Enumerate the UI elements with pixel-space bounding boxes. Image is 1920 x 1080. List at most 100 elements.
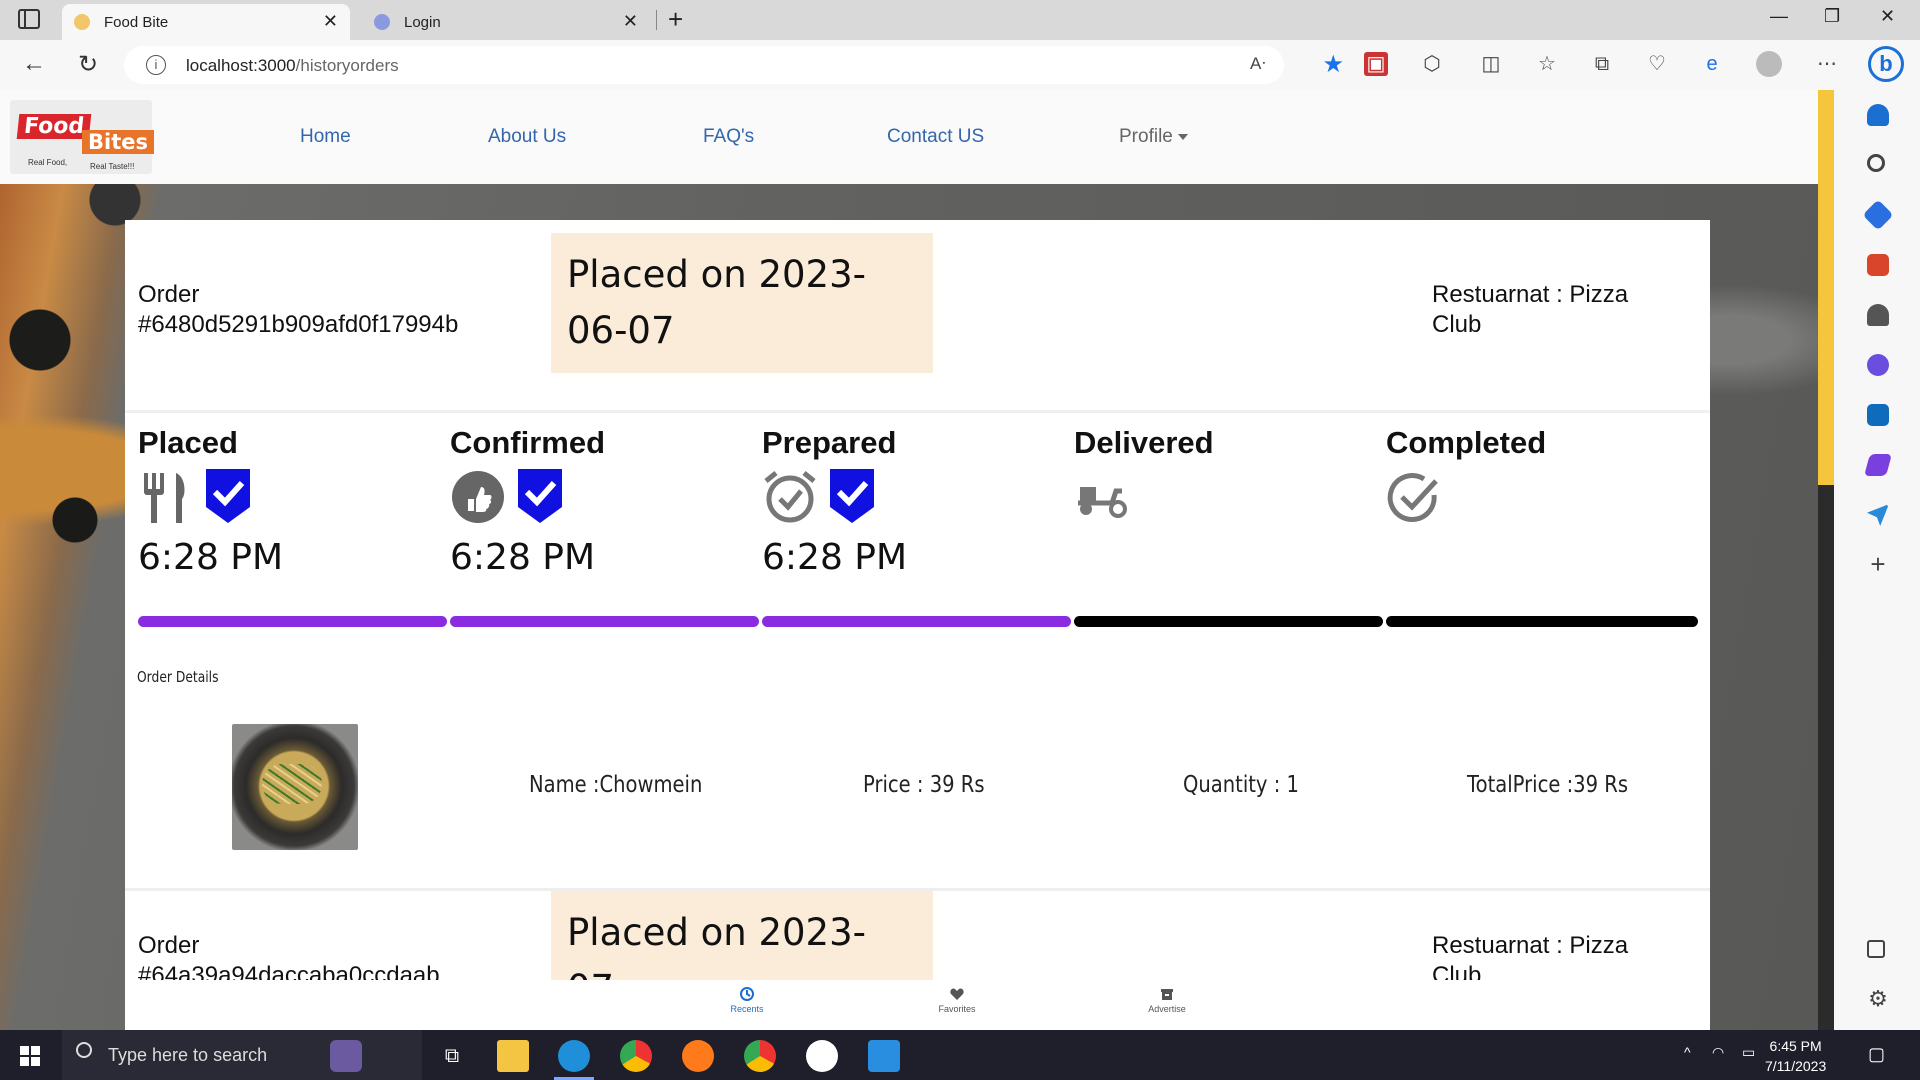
browser-essentials-icon[interactable]: ♡ bbox=[1645, 52, 1669, 76]
archive-icon bbox=[1161, 989, 1173, 1000]
extension-icon[interactable]: ▣ bbox=[1364, 52, 1388, 76]
wifi-icon[interactable]: ◠ bbox=[1712, 1044, 1724, 1061]
tools-icon[interactable] bbox=[1867, 254, 1889, 276]
designer-icon[interactable] bbox=[1864, 454, 1892, 476]
stage-title: Prepared bbox=[762, 425, 897, 460]
bottom-nav-favorites[interactable]: Favorites bbox=[917, 986, 997, 1014]
new-tab-icon[interactable]: + bbox=[668, 4, 683, 35]
restaurant-line-1: Restuarnat : Pizza bbox=[1432, 932, 1629, 959]
profile-avatar-icon[interactable] bbox=[1756, 51, 1782, 77]
edge-drop-icon[interactable]: e bbox=[1700, 52, 1724, 76]
back-icon[interactable]: ← bbox=[22, 50, 46, 78]
tab-food-bite[interactable]: Food Bite ✕ bbox=[62, 4, 350, 40]
games-icon[interactable] bbox=[1867, 304, 1889, 326]
tab-actions-icon[interactable] bbox=[18, 9, 40, 29]
bottom-nav-advertise[interactable]: Advertise bbox=[1127, 986, 1207, 1014]
restore-icon[interactable]: ❐ bbox=[1824, 6, 1840, 27]
restaurant-line-1: Restuarnat : Pizza bbox=[1432, 281, 1629, 308]
scrollbar-thumb[interactable] bbox=[1818, 90, 1834, 485]
task-view-icon[interactable]: ⧉ bbox=[436, 1040, 468, 1072]
battery-icon[interactable]: ▭ bbox=[1742, 1044, 1755, 1061]
nav-contact-us[interactable]: Contact US bbox=[887, 126, 984, 148]
bottom-navigation: Recents Favorites Advertise bbox=[125, 980, 1710, 1030]
search-highlight-icon[interactable] bbox=[330, 1040, 362, 1072]
windows-start-icon[interactable] bbox=[20, 1046, 40, 1066]
notification-center-icon[interactable]: ▢ bbox=[1868, 1044, 1885, 1065]
minimize-icon[interactable]: — bbox=[1770, 6, 1788, 27]
shopping-tag-icon[interactable] bbox=[1862, 199, 1894, 231]
nav-home[interactable]: Home bbox=[300, 126, 351, 148]
add-icon[interactable]: + bbox=[1867, 551, 1889, 577]
mongodb-compass-icon[interactable] bbox=[806, 1040, 838, 1072]
food-bites-logo[interactable]: Food Bites Real Food, Real Taste!!! bbox=[10, 100, 154, 174]
extensions-puzzle-icon[interactable]: ⬡ bbox=[1420, 52, 1444, 76]
close-window-icon[interactable]: ✕ bbox=[1880, 6, 1895, 27]
search-icon[interactable] bbox=[1867, 154, 1885, 172]
more-menu-icon[interactable]: ⋯ bbox=[1815, 52, 1839, 76]
item-price: Price : 39 Rs bbox=[863, 772, 985, 798]
taskbar-search-box[interactable]: Type here to search bbox=[62, 1030, 422, 1080]
bottom-nav-label: Advertise bbox=[1148, 1004, 1186, 1014]
nav-faqs[interactable]: FAQ's bbox=[703, 126, 754, 148]
item-quantity: Quantity : 1 bbox=[1183, 772, 1299, 798]
split-screen-icon[interactable]: ◫ bbox=[1479, 52, 1503, 76]
logo-tagline-2: Real Taste!!! bbox=[90, 162, 135, 171]
history-icon bbox=[740, 987, 754, 1001]
caret-down-icon bbox=[1177, 133, 1188, 140]
url-text[interactable]: localhost:3000/historyorders bbox=[186, 56, 399, 76]
chrome-icon[interactable] bbox=[620, 1040, 652, 1072]
stage-title: Placed bbox=[138, 425, 238, 460]
browser-tab-strip: Food Bite ✕ Login ✕ + — ❐ ✕ bbox=[0, 0, 1920, 40]
done-check-badge-icon bbox=[206, 469, 250, 523]
restaurant-line-2: Club bbox=[1432, 311, 1482, 338]
send-icon[interactable] bbox=[1867, 504, 1889, 526]
stage-title: Delivered bbox=[1074, 425, 1214, 460]
address-bar[interactable]: i localhost:3000/historyorders Aᐧ ★ bbox=[124, 46, 1344, 84]
vs-code-icon[interactable] bbox=[868, 1040, 900, 1072]
windows-taskbar: Type here to search ⧉ ^ ◠ ▭ 6:45 PM 7/11… bbox=[0, 1030, 1920, 1080]
bottom-nav-recents[interactable]: Recents bbox=[707, 986, 787, 1014]
edge-browser-icon[interactable] bbox=[558, 1040, 590, 1072]
outlook-icon[interactable] bbox=[1867, 404, 1889, 426]
sidebar-toggle-icon[interactable] bbox=[1867, 940, 1885, 958]
nav-about-us[interactable]: About Us bbox=[488, 126, 566, 148]
progress-segment-placed bbox=[138, 616, 447, 627]
item-total-price: TotalPrice :39 Rs bbox=[1467, 772, 1629, 798]
file-explorer-icon[interactable] bbox=[497, 1040, 529, 1072]
done-check-badge-icon bbox=[830, 469, 874, 523]
tab-login[interactable]: Login ✕ bbox=[362, 4, 650, 40]
microsoft-365-icon[interactable] bbox=[1867, 354, 1889, 376]
bottom-nav-label: Recents bbox=[730, 1004, 764, 1014]
show-hidden-icons[interactable]: ^ bbox=[1684, 1044, 1691, 1060]
collections-icon[interactable]: ⧉ bbox=[1590, 52, 1614, 76]
chrome-profile-icon[interactable] bbox=[744, 1040, 776, 1072]
close-tab-icon[interactable]: ✕ bbox=[323, 11, 338, 32]
stage-prepared: Prepared 6:28 PM bbox=[762, 425, 1074, 578]
profile-label: Profile bbox=[1119, 126, 1173, 147]
close-tab-icon[interactable]: ✕ bbox=[623, 11, 638, 32]
favorites-icon[interactable]: ☆ bbox=[1535, 52, 1559, 76]
bing-copilot-icon[interactable]: b bbox=[1868, 46, 1904, 82]
scrollbar-track[interactable] bbox=[1818, 90, 1834, 1030]
heart-icon bbox=[950, 988, 964, 1000]
order-details-label: Order Details bbox=[137, 668, 219, 686]
notifications-icon[interactable] bbox=[1867, 104, 1889, 126]
favorite-star-icon[interactable]: ★ bbox=[1322, 50, 1344, 79]
stage-time: 6:28 PM bbox=[450, 537, 596, 578]
restaurant-name: Restuarnat : Pizza Club bbox=[1432, 280, 1692, 340]
refresh-icon[interactable]: ↻ bbox=[78, 50, 98, 79]
done-check-badge-icon bbox=[518, 469, 562, 523]
chowmein-image bbox=[232, 724, 358, 850]
site-info-icon[interactable]: i bbox=[146, 55, 166, 75]
nav-profile-dropdown[interactable]: Profile bbox=[1119, 126, 1188, 148]
read-aloud-icon[interactable]: Aᐧ bbox=[1250, 54, 1266, 74]
stage-title: Confirmed bbox=[450, 425, 605, 460]
settings-gear-icon[interactable]: ⚙ bbox=[1867, 988, 1889, 1010]
logo-tagline-1: Real Food, bbox=[28, 158, 68, 167]
placed-date-box: Placed on 2023-07- bbox=[551, 891, 933, 981]
order-label: Order bbox=[138, 932, 200, 959]
stage-delivered: Delivered bbox=[1074, 425, 1386, 537]
firefox-icon[interactable] bbox=[682, 1040, 714, 1072]
order-card: Order #6480d5291b909afd0f17994b Placed o… bbox=[125, 220, 1710, 888]
taskbar-clock[interactable]: 6:45 PM 7/11/2023 bbox=[1765, 1036, 1826, 1076]
